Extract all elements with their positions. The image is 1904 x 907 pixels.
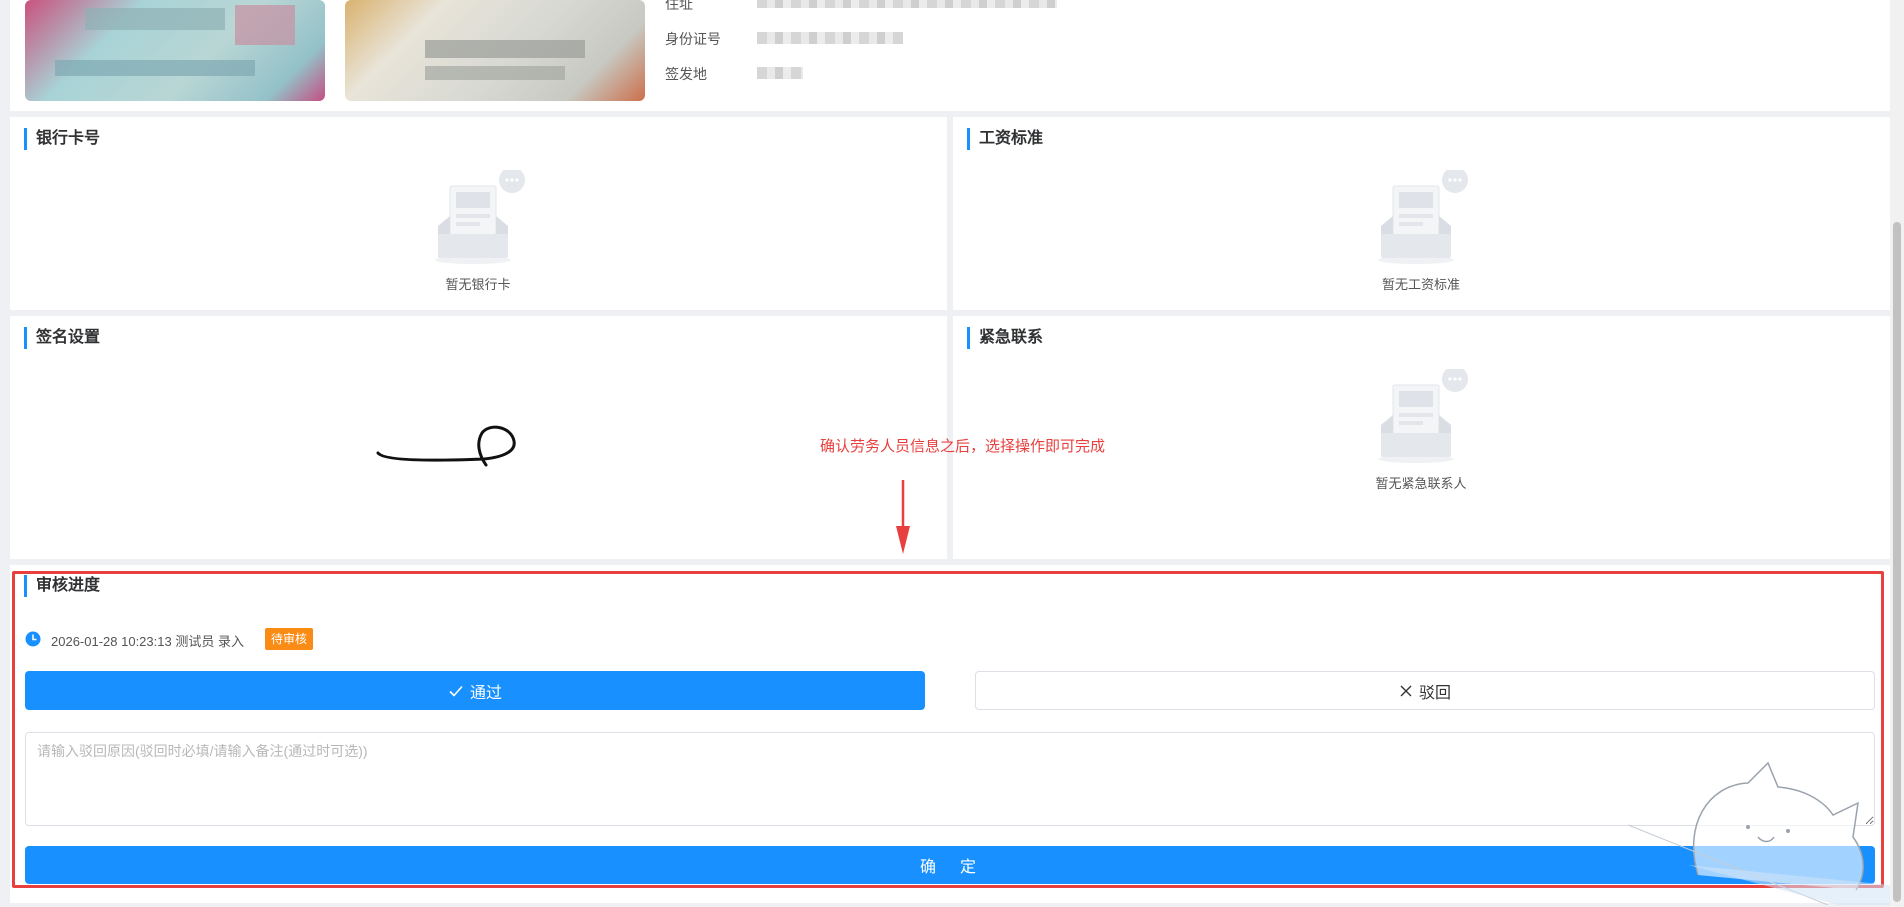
id-number-label: 身份证号: [665, 31, 721, 47]
confirm-label: 确 定: [919, 859, 980, 876]
emergency-empty: 暂无紧急联系人: [1321, 369, 1521, 492]
id-card-back-image[interactable]: [345, 0, 645, 101]
salary-title: 工资标准: [967, 128, 1043, 150]
status-badge: 待审核: [265, 628, 314, 650]
empty-inbox-icon: [1378, 369, 1468, 463]
issuer-label: 签发地: [665, 66, 707, 82]
entry-time: 2026-01-28 10:23:13: [51, 634, 172, 649]
bank-card-title: 银行卡号: [24, 128, 100, 150]
issuer-value-redacted: [757, 67, 803, 79]
approve-label: 通过: [469, 684, 502, 702]
remark-input[interactable]: [25, 732, 1875, 826]
annotation-arrow-icon: [896, 480, 910, 554]
entry-action: 录入: [217, 634, 244, 649]
entry-user: 测试员: [175, 634, 215, 649]
emergency-empty-text: 暂无紧急联系人: [1375, 476, 1467, 491]
review-timeline-entry: 2026-01-28 10:23:13 测试员 录入: [51, 631, 244, 650]
empty-inbox-icon: [1378, 170, 1468, 264]
address-value-redacted: [757, 0, 1057, 8]
emergency-title: 紧急联系: [967, 327, 1043, 349]
bank-card-panel: 银行卡号 暂无银行卡: [10, 117, 947, 310]
salary-empty-text: 暂无工资标准: [1381, 277, 1460, 292]
salary-panel: 工资标准 暂无工资标准: [953, 117, 1890, 310]
bank-card-empty: 暂无银行卡: [378, 170, 578, 293]
signature-title: 签名设置: [24, 327, 100, 349]
clock-icon: [25, 631, 41, 647]
review-highlight-frame: [12, 571, 1884, 888]
signature-image: [376, 425, 516, 467]
annotation-text: 确认劳务人员信息之后，选择操作即可完成: [820, 438, 1106, 455]
approve-button[interactable]: 通过: [25, 671, 925, 710]
signature-panel: 签名设置: [10, 316, 947, 559]
scrollbar-thumb[interactable]: [1893, 222, 1901, 902]
close-icon: [1400, 685, 1412, 696]
page-scrollbar[interactable]: [1890, 0, 1904, 907]
id-number-value-redacted: [757, 32, 903, 44]
id-card-front-image[interactable]: [25, 0, 325, 101]
address-label: 住址: [665, 0, 693, 12]
review-title: 审核进度: [24, 575, 100, 597]
reject-label: 驳回: [1418, 684, 1451, 702]
bank-card-empty-text: 暂无银行卡: [445, 277, 511, 292]
reject-button[interactable]: 驳回: [975, 671, 1875, 710]
confirm-button[interactable]: 确 定: [25, 846, 1875, 884]
cat-mascot-icon: [1628, 761, 1890, 905]
id-card-section: 住址 身份证号 签发地: [10, 0, 1890, 111]
empty-inbox-icon: [435, 170, 525, 264]
check-icon: [449, 685, 463, 697]
salary-empty: 暂无工资标准: [1321, 170, 1521, 293]
